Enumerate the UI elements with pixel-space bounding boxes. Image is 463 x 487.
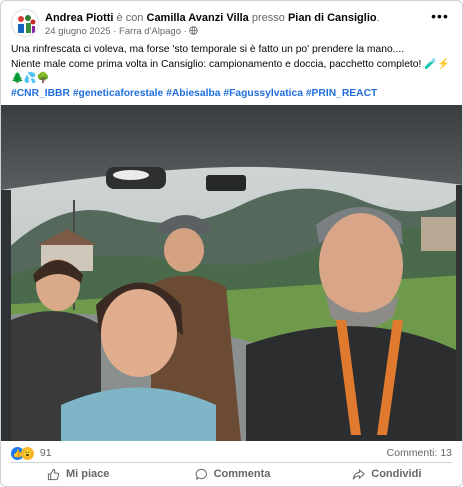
post-card: Andrea Piotti è con Camilla Avanzi Villa… xyxy=(0,0,463,487)
globe-icon xyxy=(189,26,199,39)
post-photo[interactable] xyxy=(1,105,462,441)
comment-bubble-icon xyxy=(195,468,207,480)
hashtag[interactable]: #CNR_IBBR xyxy=(11,88,70,99)
wow-reaction-icon: 😮 xyxy=(21,446,34,460)
comment-label: Commenta xyxy=(213,468,271,480)
author-line: Andrea Piotti è con Camilla Avanzi Villa… xyxy=(45,12,380,24)
avatar-image xyxy=(12,10,38,36)
place-link[interactable]: Pian di Cansiglio xyxy=(288,12,377,24)
hashtags: #CNR_IBBR #geneticaforestale #Abiesalba … xyxy=(11,87,456,102)
post-line-2: Niente male come prima volta in Cansigli… xyxy=(11,58,450,70)
comments-count[interactable]: Commenti: 13 xyxy=(387,445,452,461)
share-arrow-icon xyxy=(353,468,365,480)
post-header: Andrea Piotti è con Camilla Avanzi Villa… xyxy=(11,9,454,41)
more-options-icon[interactable]: ••• xyxy=(430,9,450,25)
reaction-count: 91 xyxy=(39,447,52,459)
at-text: presso xyxy=(251,12,285,24)
post-actions: Mi piace Commenta Condividi xyxy=(1,463,462,485)
comment-button[interactable]: Commenta xyxy=(155,463,309,485)
author-name[interactable]: Andrea Piotti xyxy=(45,12,113,24)
reactions-summary[interactable]: 👍😮 91 xyxy=(11,445,52,461)
selfie-photo xyxy=(1,105,462,441)
hashtag[interactable]: #Abiesalba xyxy=(166,88,220,99)
with-text: è con xyxy=(116,12,144,24)
hashtag[interactable]: #geneticaforestale xyxy=(73,88,163,99)
avatar[interactable] xyxy=(11,9,39,37)
tagged-person[interactable]: Camilla Avanzi Villa xyxy=(147,12,249,24)
like-button[interactable]: Mi piace xyxy=(1,463,155,485)
share-label: Condividi xyxy=(371,468,422,480)
share-button[interactable]: Condividi xyxy=(310,463,462,485)
thumbs-up-icon xyxy=(47,468,60,480)
post-location[interactable]: Farra d'Alpago xyxy=(119,26,181,37)
like-label: Mi piace xyxy=(65,468,110,480)
post-meta: 24 giugno 2025 · Farra d'Alpago · xyxy=(45,26,199,39)
post-line-2-emoji: 🧪⚡ xyxy=(424,58,450,70)
hashtag[interactable]: #Fagussylvatica xyxy=(223,88,303,99)
post-text: Una rinfrescata ci voleva, ma forse 'sto… xyxy=(11,43,456,101)
post-date[interactable]: 24 giugno 2025 xyxy=(45,26,111,37)
post-line-1: Una rinfrescata ci voleva, ma forse 'sto… xyxy=(11,44,405,55)
post-line-3-emoji: 🌲💦🌳 xyxy=(11,73,50,84)
hashtag[interactable]: #PRIN_REACT xyxy=(306,88,378,99)
